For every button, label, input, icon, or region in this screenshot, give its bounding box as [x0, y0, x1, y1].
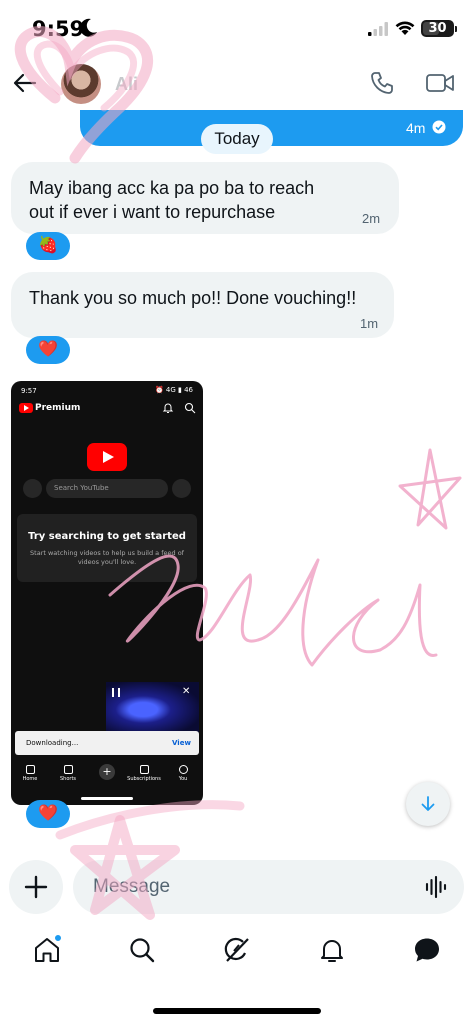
- shot-brand: Premium: [35, 403, 81, 413]
- conversation-header: Ali: [0, 56, 474, 114]
- mic-icon: [172, 479, 191, 498]
- shot-nav-label: Subscriptions: [127, 776, 161, 782]
- avatar[interactable]: [61, 64, 101, 104]
- shot-nav-you: You: [164, 765, 202, 782]
- shot-toast-text: Downloading...: [26, 739, 79, 747]
- message-input[interactable]: Message: [73, 860, 464, 914]
- shot-bottom-nav: Home Shorts + Subscriptions You: [11, 764, 203, 793]
- message-time: 2m: [362, 211, 381, 226]
- shot-nav-label: You: [178, 776, 188, 782]
- message-text: Thank you so much po!! Done vouching!!: [29, 288, 357, 308]
- signal-icon: [368, 22, 388, 36]
- arrow-down-icon: [421, 796, 435, 811]
- message-text: May ibang acc ka pa po ba to reach out i…: [29, 178, 315, 222]
- attach-button[interactable]: [9, 860, 63, 914]
- shot-toast: Downloading... View: [15, 731, 199, 755]
- plus-icon: [24, 875, 48, 899]
- battery-nub: [455, 26, 457, 32]
- bell-icon: [162, 403, 174, 413]
- compass-icon: [23, 479, 42, 498]
- home-indicator: [153, 1008, 321, 1014]
- voice-wave-icon[interactable]: [425, 876, 449, 898]
- notification-dot: [54, 934, 62, 942]
- youtube-big-logo-icon: [87, 443, 127, 471]
- sent-message-time: 4m: [406, 120, 426, 136]
- swoosh-doodle: [55, 800, 245, 840]
- star-doodle-right: [398, 448, 462, 530]
- message-time: 1m: [360, 316, 379, 331]
- shot-nav-home: Home: [11, 765, 49, 782]
- search-icon: [184, 402, 196, 414]
- shot-card-title: Try searching to get started: [28, 531, 186, 542]
- shot-toast-action: View: [172, 739, 191, 747]
- shot-nav-label: Shorts: [59, 776, 77, 782]
- shot-search-field: Search YouTube: [46, 479, 168, 498]
- close-icon: ✕: [182, 686, 191, 697]
- reaction-badge[interactable]: ❤️: [26, 336, 70, 364]
- day-divider: Today: [201, 124, 273, 154]
- read-check-icon: [432, 120, 446, 134]
- phone-icon[interactable]: [369, 70, 395, 96]
- shot-nav-create: +: [88, 764, 126, 780]
- pause-icon: [112, 688, 120, 697]
- shot-status-icons: ⏰ 4G ▮ 46: [154, 386, 193, 394]
- contact-name[interactable]: Ali: [115, 74, 138, 95]
- battery-indicator: 30: [421, 20, 454, 37]
- received-message-bubble[interactable]: May ibang acc ka pa po ba to reach out i…: [11, 162, 399, 234]
- moon-icon: [80, 18, 97, 37]
- shot-status-time: 9:57: [21, 387, 37, 395]
- shot-card-subtitle: Start watching videos to help us build a…: [30, 549, 184, 566]
- scroll-to-bottom-button[interactable]: [406, 782, 450, 826]
- shot-nav-subscriptions: Subscriptions: [125, 765, 163, 782]
- shot-home-bar: [81, 797, 133, 800]
- shot-nav-shorts: Shorts: [49, 765, 87, 782]
- video-camera-icon[interactable]: [425, 71, 455, 95]
- reaction-badge[interactable]: 🍓: [26, 232, 70, 260]
- shot-miniplayer: ✕: [106, 682, 199, 732]
- youtube-logo-icon: [19, 403, 33, 413]
- grok-icon[interactable]: [223, 936, 251, 964]
- status-time: 9:59: [32, 17, 85, 41]
- messages-icon[interactable]: [413, 936, 441, 964]
- bell-icon[interactable]: [318, 936, 346, 964]
- status-bar: 9:59 30: [0, 0, 474, 56]
- shot-nav-label: Home: [22, 776, 38, 782]
- received-message-bubble[interactable]: Thank you so much po!! Done vouching!!: [11, 272, 394, 338]
- back-arrow-icon[interactable]: [12, 70, 38, 96]
- reaction-badge[interactable]: ❤️: [26, 800, 70, 828]
- search-icon[interactable]: [128, 936, 156, 964]
- bottom-tab-bar: [0, 930, 474, 980]
- wifi-icon: [395, 21, 415, 35]
- shot-empty-card: Try searching to get started Start watch…: [17, 514, 197, 582]
- image-attachment[interactable]: 9:57 ⏰ 4G ▮ 46 Premium Search YouTube Tr…: [11, 381, 203, 805]
- message-placeholder: Message: [93, 876, 171, 897]
